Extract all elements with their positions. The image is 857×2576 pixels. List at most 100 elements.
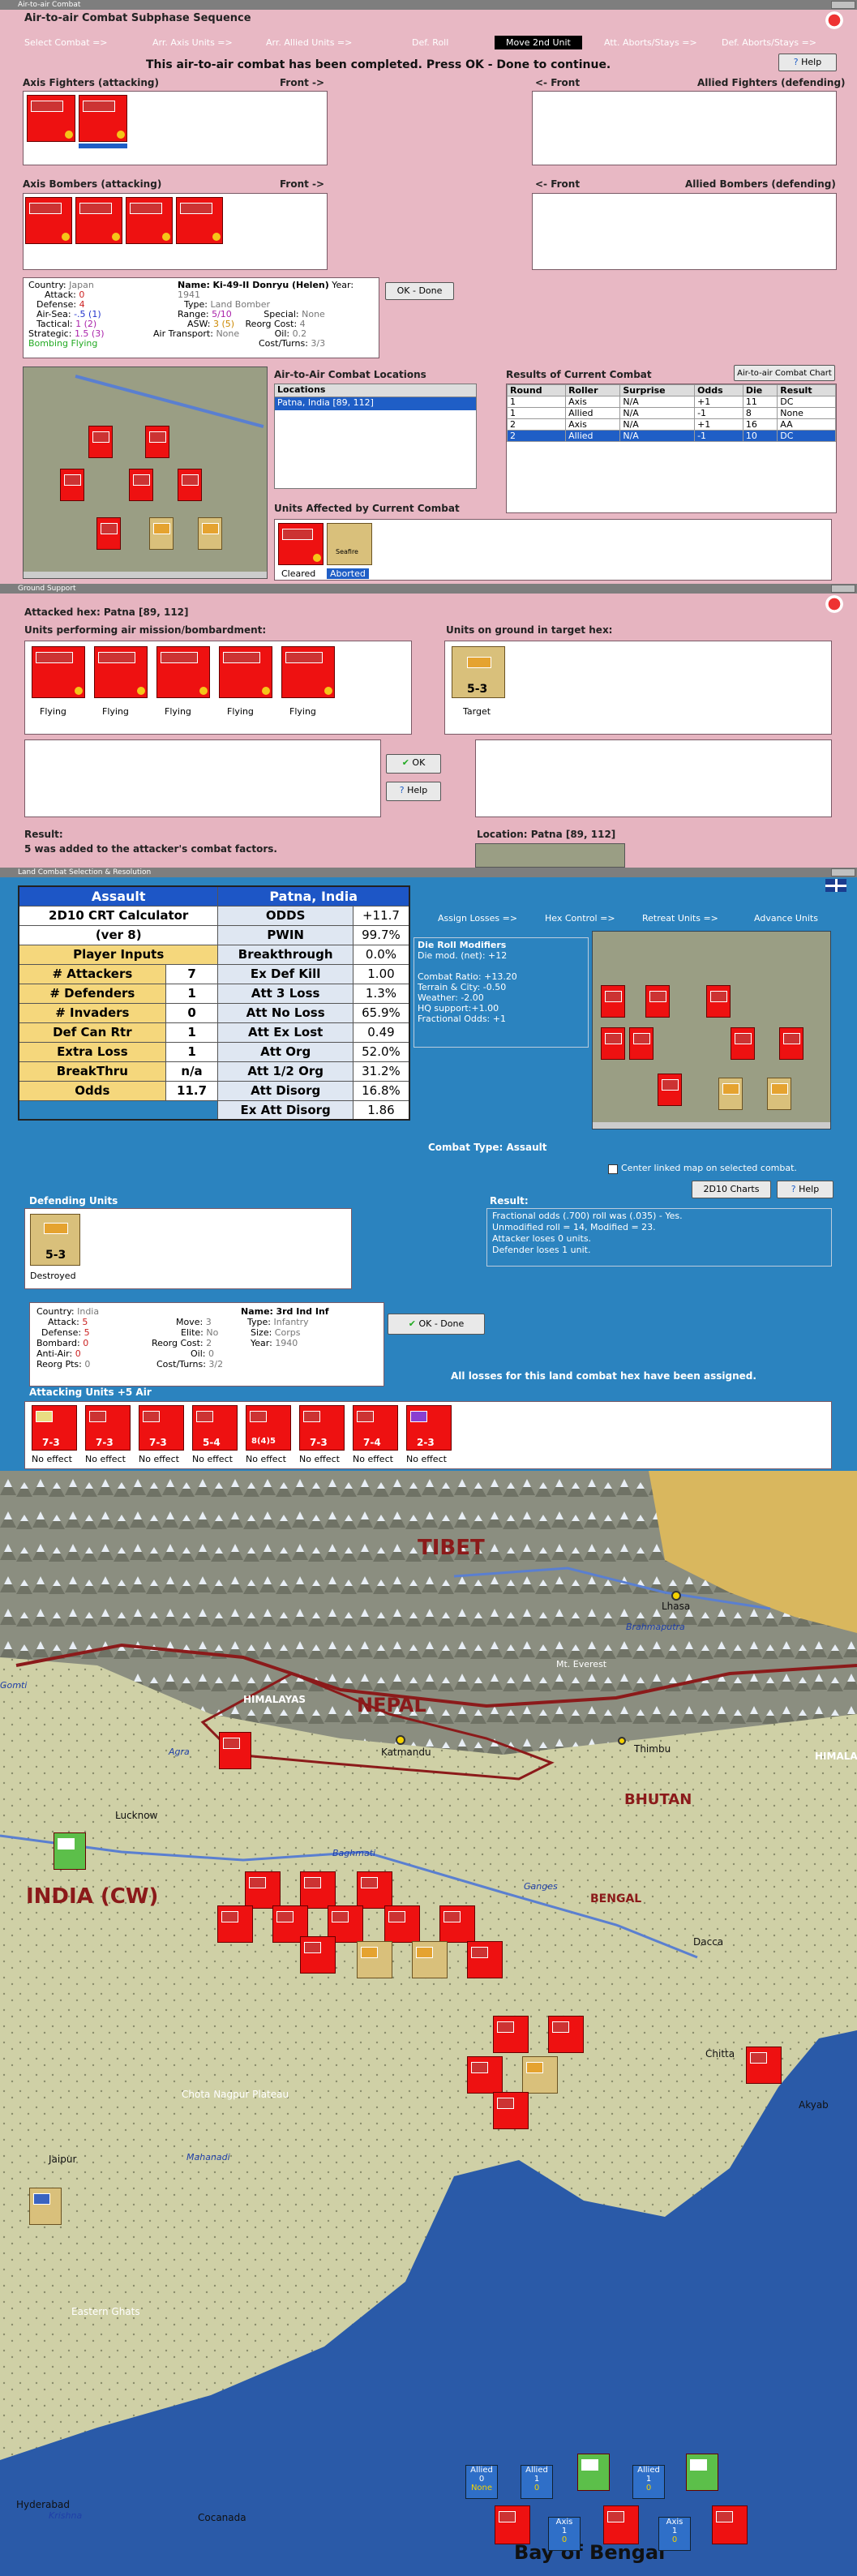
map-counter[interactable] — [96, 517, 121, 550]
attacking-units-area[interactable]: 7-3 No effect 7-3 No effect 7-3 No effec… — [24, 1401, 832, 1469]
axis-bomber-counter[interactable] — [176, 197, 223, 244]
ok-done-button[interactable]: OK - Done — [385, 282, 454, 300]
map-unit[interactable] — [384, 1905, 420, 1943]
ok-done-button[interactable]: ✔ OK - Done — [388, 1314, 485, 1335]
crt-charts-button[interactable]: 2D10 Charts — [692, 1181, 771, 1198]
map-counter[interactable] — [60, 469, 84, 501]
help-button[interactable]: ? Help — [777, 1181, 833, 1198]
tab-assign-losses[interactable]: Assign Losses => — [438, 913, 517, 924]
tab-retreat-units[interactable]: Retreat Units => — [642, 913, 718, 924]
city-lhasa-icon[interactable] — [671, 1591, 681, 1601]
affected-unit-cleared[interactable] — [278, 523, 324, 565]
map-unit[interactable] — [522, 2056, 558, 2094]
mission-unit[interactable] — [281, 646, 335, 698]
combat-locations-list[interactable]: Locations Patna, India [89, 112] — [274, 384, 477, 489]
map-unit[interactable] — [357, 1871, 392, 1909]
target-unit[interactable]: 5-3 — [452, 646, 505, 698]
map-unit[interactable] — [300, 1871, 336, 1909]
attacking-unit[interactable]: 7-3 — [32, 1405, 77, 1451]
map-counter[interactable] — [767, 1078, 791, 1110]
map-unit[interactable] — [493, 2016, 529, 2053]
map-counter[interactable] — [145, 426, 169, 458]
locations-header[interactable]: Locations — [275, 384, 476, 397]
attacking-unit[interactable]: 2-3 — [406, 1405, 452, 1451]
map-counter[interactable] — [779, 1027, 803, 1060]
step-move-2nd-unit[interactable]: Move 2nd Unit — [495, 36, 582, 49]
stack-unit[interactable] — [577, 2454, 610, 2491]
defending-unit[interactable]: 5-3 — [30, 1214, 80, 1266]
map-unit[interactable] — [29, 2188, 62, 2225]
map-unit[interactable] — [300, 1936, 336, 1974]
map-counter[interactable] — [718, 1078, 743, 1110]
map-counter[interactable] — [629, 1027, 653, 1060]
allied-fighters-area[interactable] — [532, 91, 837, 165]
stack-counter[interactable]: Axis 1 0 — [658, 2517, 691, 2551]
map-unit[interactable] — [439, 1905, 475, 1943]
stack-unit[interactable] — [603, 2505, 639, 2544]
map-unit[interactable] — [357, 1941, 392, 1978]
map-counter[interactable] — [658, 1074, 682, 1106]
step-select-combat[interactable]: Select Combat => — [24, 37, 108, 48]
map-unit[interactable] — [493, 2092, 529, 2129]
input-value[interactable]: 7 — [165, 963, 219, 984]
axis-bombers-area[interactable] — [23, 193, 328, 270]
map-counter[interactable] — [129, 469, 153, 501]
axis-fighters-area[interactable] — [23, 91, 328, 165]
combat-minimap[interactable] — [592, 931, 831, 1129]
step-att-aborts[interactable]: Att. Aborts/Stays => — [604, 37, 697, 48]
ok-button[interactable]: ✔ OK — [386, 754, 441, 774]
map-unit[interactable] — [412, 1941, 448, 1978]
input-value[interactable]: 11.7 — [165, 1080, 219, 1101]
city-thimbu-icon[interactable] — [618, 1737, 626, 1745]
mission-unit[interactable] — [156, 646, 210, 698]
map-unit[interactable] — [548, 2016, 584, 2053]
help-button[interactable]: ? Help — [386, 782, 441, 801]
map-unit[interactable] — [746, 2047, 782, 2084]
center-map-checkbox[interactable] — [608, 1164, 618, 1174]
ground-units-area[interactable]: 5-3 Target — [444, 641, 832, 735]
minimap-scrollbar[interactable] — [593, 1122, 830, 1129]
location-item-selected[interactable]: Patna, India [89, 112] — [275, 397, 476, 410]
input-value[interactable]: 1 — [165, 1022, 219, 1043]
mini-map-scrollbar[interactable] — [24, 572, 267, 578]
step-def-aborts[interactable]: Def. Aborts/Stays => — [722, 37, 816, 48]
map-counter[interactable] — [178, 469, 202, 501]
main-map[interactable]: TIBET NEPAL HIMALAYAS HIMALA BHUTAN INDI… — [0, 1471, 857, 2576]
stack-unit[interactable] — [495, 2505, 530, 2544]
city-katmandu-icon[interactable] — [396, 1735, 405, 1745]
axis-bomber-counter[interactable] — [25, 197, 72, 244]
map-terrain[interactable] — [0, 1471, 857, 2576]
step-arr-allied[interactable]: Arr. Allied Units => — [266, 37, 352, 48]
map-counter[interactable] — [706, 985, 731, 1018]
attacking-unit[interactable]: 7-3 — [85, 1405, 131, 1451]
table-row[interactable]: 1 Allied N/A -1 8 None — [506, 407, 836, 419]
stack-unit[interactable] — [686, 2454, 718, 2491]
attacking-unit[interactable]: 7-3 — [299, 1405, 345, 1451]
step-arr-axis[interactable]: Arr. Axis Units => — [152, 37, 233, 48]
window-controls[interactable] — [831, 1, 855, 9]
input-value[interactable]: 1 — [165, 983, 219, 1004]
map-counter[interactable] — [198, 517, 222, 550]
mission-unit[interactable] — [94, 646, 148, 698]
input-value[interactable]: 0 — [165, 1002, 219, 1023]
map-unit[interactable] — [219, 1732, 251, 1769]
map-unit[interactable] — [217, 1905, 253, 1943]
input-value[interactable]: 1 — [165, 1041, 219, 1062]
map-unit[interactable] — [245, 1871, 281, 1909]
allied-bombers-area[interactable] — [532, 193, 837, 270]
mini-map[interactable] — [23, 366, 268, 579]
table-row[interactable]: 1 Axis N/A +1 11 DC — [506, 396, 836, 408]
input-value[interactable]: n/a — [165, 1061, 219, 1082]
map-counter[interactable] — [149, 517, 174, 550]
attacking-unit[interactable]: 8(4)5 — [246, 1405, 291, 1451]
tab-advance-units[interactable]: Advance Units — [754, 913, 818, 924]
map-counter[interactable] — [601, 985, 625, 1018]
air-mission-units-area[interactable]: Flying Flying Flying Flying Flying — [24, 641, 412, 735]
help-button[interactable]: ? Help — [778, 54, 837, 71]
map-counter[interactable] — [645, 985, 670, 1018]
map-unit[interactable] — [467, 1941, 503, 1978]
mission-unit[interactable] — [32, 646, 85, 698]
axis-bomber-counter[interactable] — [126, 197, 173, 244]
mission-unit[interactable] — [219, 646, 272, 698]
step-def-roll[interactable]: Def. Roll — [412, 37, 448, 48]
